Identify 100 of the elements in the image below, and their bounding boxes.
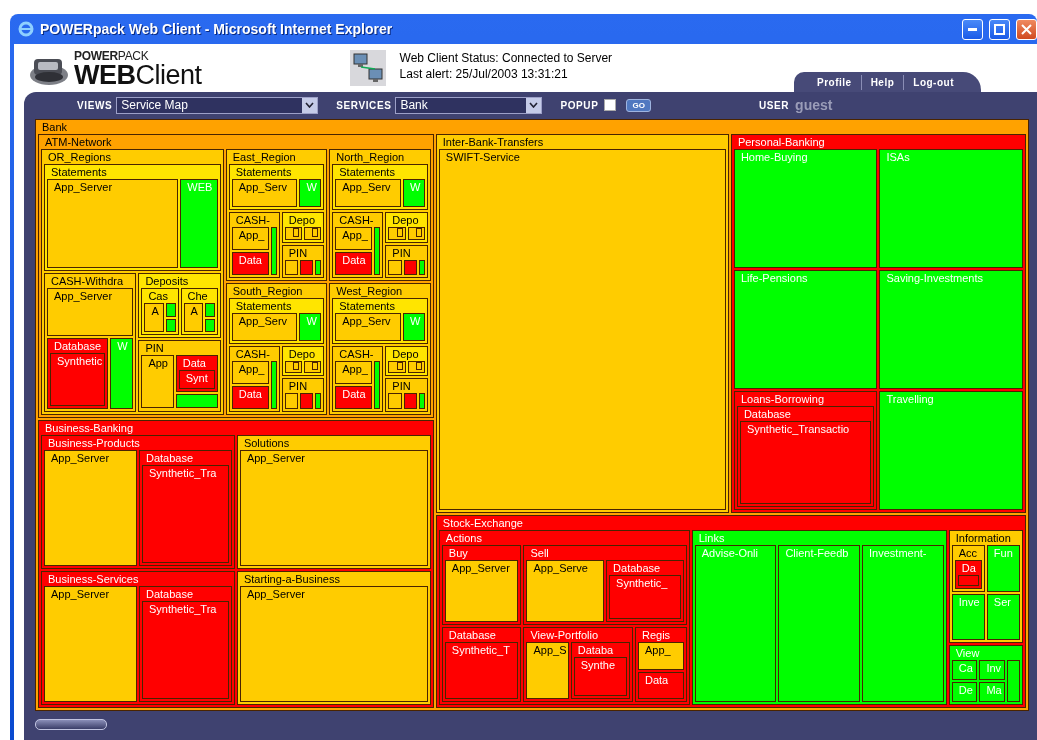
treemap-tile[interactable] xyxy=(284,227,302,240)
treemap-tile[interactable]: Database Synthetic xyxy=(47,338,109,409)
treemap-tile[interactable]: CASH- App_ Data xyxy=(228,212,280,278)
treemap-tile[interactable] xyxy=(284,361,302,374)
treemap-tile[interactable] xyxy=(957,575,979,586)
treemap-tile[interactable]: Database Synthetic_ xyxy=(606,560,684,623)
treemap-tile[interactable]: East_Region Statements App_Serv W CASH- App_ Data Depo PIN xyxy=(225,149,328,281)
treemap-tile[interactable]: Database Synthetic_Tra xyxy=(138,449,232,566)
treemap-tile[interactable]: Starting-a-Business App_Server xyxy=(236,570,431,705)
treemap-tile[interactable]: PIN xyxy=(385,244,428,278)
treemap-tile[interactable]: Solutions App_Server xyxy=(236,434,431,569)
treemap-tile[interactable]: Database Synthetic_Transactio xyxy=(736,406,875,508)
treemap-tile[interactable]: Depo xyxy=(281,346,325,377)
treemap-tile[interactable]: OR_Regions Statements App_Server WEB CASH-Withdra App_Server Database Synthetic W Deposits Cas A Che A PIN App Data Synt xyxy=(41,149,224,415)
treemap-tile[interactable] xyxy=(407,227,425,240)
treemap-tile[interactable] xyxy=(415,362,422,371)
treemap-tile[interactable]: App_Server xyxy=(444,560,519,623)
treemap-tile[interactable]: Regis App_ Data xyxy=(634,627,687,702)
treemap-tile[interactable]: App_Server xyxy=(47,179,179,268)
treemap-tile[interactable]: App_Server xyxy=(44,585,137,702)
treemap-tile[interactable] xyxy=(304,361,322,374)
treemap-tile[interactable]: App_Serv xyxy=(231,179,298,208)
treemap-tile[interactable] xyxy=(175,393,218,409)
treemap-tile[interactable]: App_Server xyxy=(47,287,134,337)
treemap-tile[interactable]: CASH-Withdra App_Server Database Synthetic W xyxy=(44,272,137,412)
treemap-tile[interactable]: Synthetic_T xyxy=(444,642,519,699)
treemap-tile[interactable]: Synthetic xyxy=(50,353,106,406)
treemap-tile[interactable]: CASH- App_ Data xyxy=(228,346,280,412)
treemap-tile[interactable]: Sell App_Serve Database Synthetic_ xyxy=(523,545,687,626)
treemap-tile[interactable]: App_ xyxy=(335,227,373,251)
treemap-tile[interactable]: Actions Buy App_Server Sell App_Serve Database Synthetic_ Database Synthetic_T View-Portfolio App_S Databa Synthe Regis App_ Data xyxy=(438,530,690,705)
treemap-tile[interactable] xyxy=(374,361,381,409)
treemap-tile[interactable]: Synthetic_Transactio xyxy=(739,421,872,505)
treemap-tile[interactable] xyxy=(270,227,277,275)
treemap-tile[interactable]: Deposits Cas A Che A xyxy=(138,272,221,339)
treemap-tile[interactable]: North_Region Statements App_Serv W CASH- App_ Data Depo PIN xyxy=(329,149,431,281)
treemap-tile[interactable] xyxy=(388,361,406,374)
treemap-tile[interactable]: PIN App Data Synt xyxy=(138,340,221,412)
treemap-tile[interactable]: Data xyxy=(335,252,373,275)
treemap-tile[interactable] xyxy=(418,259,425,275)
treemap-tile[interactable]: Database Synthetic_T xyxy=(441,627,522,702)
treemap-tile[interactable]: Da xyxy=(954,560,982,589)
close-button[interactable] xyxy=(1016,18,1037,40)
treemap-tile[interactable]: Data xyxy=(335,385,373,409)
treemap-tile[interactable]: View-Portfolio App_S Databa Synthe xyxy=(523,627,633,702)
treemap-tile[interactable]: Synthe xyxy=(573,657,627,696)
treemap-tile[interactable] xyxy=(293,228,299,237)
treemap-tile[interactable]: Statements App_Serv W xyxy=(332,164,428,211)
treemap-tile[interactable] xyxy=(435,515,1026,708)
treemap-tile[interactable]: Data xyxy=(231,385,269,409)
treemap-tile[interactable] xyxy=(1007,660,1020,702)
treemap-tile[interactable] xyxy=(396,362,403,371)
treemap-tile[interactable]: Loans-Borrowing Database Synthetic_Transactio xyxy=(733,391,878,511)
treemap-tile[interactable]: Synthetic_Tra xyxy=(141,464,229,563)
treemap-tile[interactable]: A xyxy=(144,302,164,333)
treemap-tile[interactable]: Acc Da xyxy=(951,545,985,592)
treemap-tile[interactable]: App_Serv xyxy=(335,312,401,342)
treemap-tile[interactable]: App_Server xyxy=(44,449,137,566)
treemap-tile[interactable]: A xyxy=(183,302,203,333)
treemap-tile[interactable] xyxy=(315,393,322,409)
views-select[interactable]: Service Map xyxy=(116,96,319,114)
treemap-tile[interactable]: South_Region Statements App_Serv W CASH- App_ Data Depo PIN xyxy=(225,282,328,415)
treemap-tile[interactable]: Databa Synthe xyxy=(570,642,630,699)
popup-checkbox[interactable] xyxy=(604,99,617,111)
treemap-tile[interactable]: App_Serv xyxy=(231,312,298,342)
treemap-tile[interactable] xyxy=(407,361,425,374)
nav-tab[interactable]: Profile xyxy=(808,75,861,90)
treemap-tile[interactable]: App_Server xyxy=(239,449,428,566)
treemap-tile[interactable]: PIN xyxy=(281,244,325,278)
treemap-tile[interactable]: West_Region Statements App_Serv W CASH- App_ Data Depo PIN xyxy=(329,282,431,415)
treemap-tile[interactable] xyxy=(38,134,434,418)
treemap-tile[interactable]: SWIFT-Service xyxy=(438,149,726,511)
treemap-tile[interactable] xyxy=(388,227,406,240)
treemap-tile[interactable] xyxy=(374,227,381,275)
treemap-tile[interactable]: Depo xyxy=(385,346,428,377)
treemap-tile[interactable] xyxy=(312,228,319,237)
treemap-tile[interactable] xyxy=(284,393,298,409)
treemap-tile[interactable]: Inter-Bank-Transfers SWIFT-Service xyxy=(435,134,729,514)
nav-tab[interactable]: Help xyxy=(860,75,904,90)
treemap-tile[interactable]: Personal-Banking Home-Buying ISAs Life-Pensions Saving-Investments Loans-Borrowing Database Synthetic_Transactio Travelling xyxy=(730,134,1026,514)
treemap-tile[interactable] xyxy=(418,393,425,409)
services-select[interactable]: Bank xyxy=(395,96,543,114)
treemap-tile[interactable] xyxy=(415,228,422,237)
go-button[interactable]: GO xyxy=(626,98,651,112)
treemap-tile[interactable] xyxy=(396,228,403,237)
treemap-tile[interactable] xyxy=(388,393,402,409)
pill-control[interactable] xyxy=(35,718,107,730)
treemap-tile[interactable]: Business-Services App_Server Database Synthetic_Tra xyxy=(41,570,235,705)
treemap-tile[interactable]: App_ xyxy=(637,642,684,670)
treemap-tile[interactable]: App_ xyxy=(231,361,269,384)
treemap-tile[interactable] xyxy=(293,362,299,371)
treemap-tile[interactable]: Statements App_Server WEB xyxy=(44,164,221,271)
treemap-tile[interactable]: App_S xyxy=(526,642,569,699)
minimize-button[interactable] xyxy=(962,18,983,40)
treemap-tile[interactable]: Synthetic_Tra xyxy=(141,600,229,699)
treemap-tile[interactable]: PIN xyxy=(281,378,325,412)
treemap-tile[interactable]: Data xyxy=(637,671,684,699)
treemap-tile[interactable]: Statements App_Serv W xyxy=(332,297,428,345)
treemap-tile[interactable] xyxy=(300,393,314,409)
treemap-tile[interactable] xyxy=(315,259,322,275)
